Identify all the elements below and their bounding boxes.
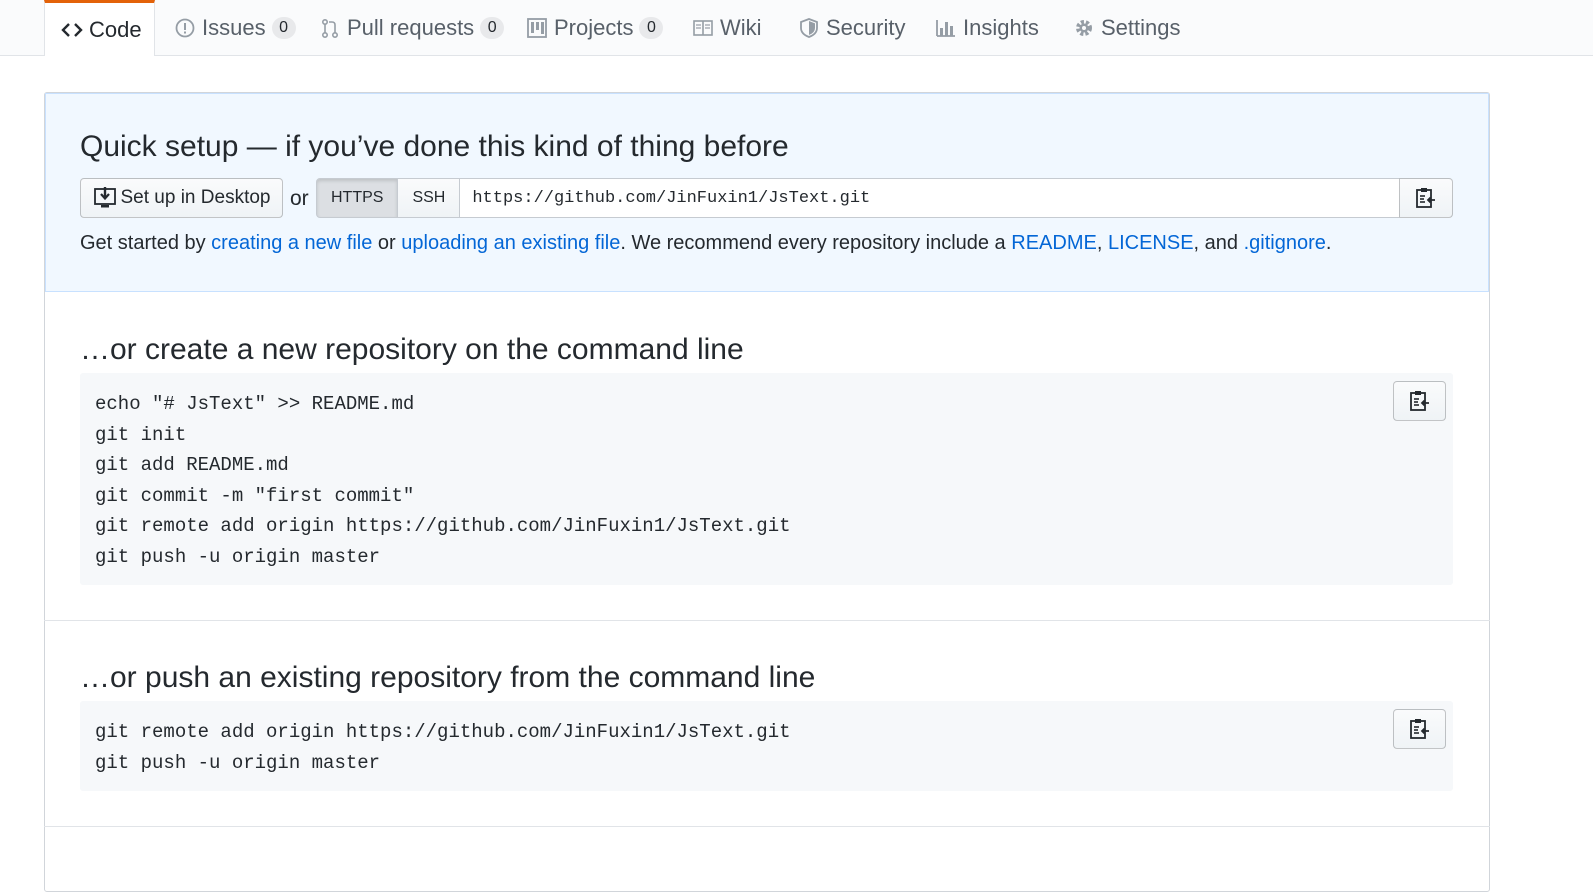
tab-label: Issues — [202, 15, 266, 40]
shield-icon — [798, 17, 820, 39]
projects-counter: 0 — [639, 17, 664, 39]
push-existing-commands[interactable]: git remote add origin https://github.com… — [95, 717, 791, 778]
section-divider — [44, 826, 1490, 827]
create-new-file-link[interactable]: creating a new file — [211, 232, 372, 254]
upload-existing-file-link[interactable]: uploading an existing file — [401, 232, 620, 254]
repo-nav: Code Issues 0 Pull requests 0 Projects 0… — [0, 0, 1593, 56]
setup-desktop-label: Set up in Desktop — [120, 187, 271, 208]
tab-insights[interactable]: Insights — [935, 0, 1039, 56]
graph-icon — [935, 17, 957, 39]
desc-text: or — [372, 232, 402, 254]
clone-url-group: HTTPS SSH — [316, 178, 1409, 218]
pull-requests-counter: 0 — [480, 17, 505, 39]
code-icon — [61, 19, 83, 41]
copy-url-button[interactable] — [1399, 178, 1453, 218]
tab-label: Security — [826, 15, 906, 40]
gear-icon — [1073, 17, 1095, 39]
license-link[interactable]: LICENSE — [1108, 232, 1194, 254]
issues-counter: 0 — [271, 17, 296, 39]
code-line: git push -u origin master — [95, 751, 381, 774]
or-text: or — [290, 187, 309, 210]
code-line: git push -u origin master — [95, 545, 381, 568]
copy-new-repo-button[interactable] — [1393, 381, 1446, 421]
new-repo-commands[interactable]: echo "# JsText" >> README.md git init git … — [95, 389, 791, 572]
code-line: git remote add origin https://github.com… — [95, 721, 791, 743]
desktop-download-icon — [93, 186, 117, 210]
desc-text: Get started by — [80, 232, 212, 254]
desc-text: . — [1325, 232, 1332, 254]
readme-link[interactable]: README — [1011, 232, 1097, 254]
quick-setup-description: Get started by creating a new file or up… — [80, 232, 1331, 255]
setup-desktop-button[interactable]: Set up in Desktop — [80, 178, 283, 218]
tab-settings[interactable]: Settings — [1073, 0, 1181, 56]
clone-url-input[interactable] — [460, 178, 1409, 218]
clipboard-icon — [1408, 717, 1432, 741]
tab-label: Pull requests — [347, 15, 475, 40]
desc-text: , — [1096, 232, 1108, 254]
clipboard-icon — [1408, 389, 1432, 413]
clipboard-icon — [1414, 186, 1438, 210]
tab-label: Wiki — [720, 15, 762, 40]
book-icon — [692, 17, 714, 39]
tab-code[interactable]: Code — [44, 0, 155, 56]
code-line: git add README.md — [95, 454, 289, 476]
tab-label: Settings — [1101, 15, 1181, 40]
tab-security[interactable]: Security — [798, 0, 905, 56]
new-repo-title: …or create a new repository on the comma… — [80, 333, 744, 366]
code-line: echo "# JsText" >> README.md — [95, 393, 415, 415]
desc-text: , and — [1193, 232, 1244, 254]
tab-issues[interactable]: Issues 0 — [174, 0, 296, 56]
tab-wiki[interactable]: Wiki — [692, 0, 762, 56]
https-button[interactable]: HTTPS — [316, 178, 399, 218]
git-pull-request-icon — [319, 17, 341, 39]
code-line: git remote add origin https://github.com… — [95, 515, 791, 537]
tab-label: Code — [89, 16, 142, 42]
push-existing-title: …or push an existing repository from the… — [80, 661, 816, 694]
issue-opened-icon — [174, 17, 196, 39]
gitignore-link[interactable]: .gitignore — [1244, 232, 1326, 254]
tab-projects[interactable]: Projects 0 — [526, 0, 664, 56]
project-icon — [526, 17, 548, 39]
tab-label: Projects — [554, 15, 634, 40]
code-line: git init — [95, 423, 187, 446]
desc-text: . We recommend every repository include … — [620, 232, 1012, 254]
new-repo-code-block: echo "# JsText" >> README.md git init git … — [80, 373, 1453, 585]
copy-push-existing-button[interactable] — [1393, 709, 1446, 749]
push-existing-code-block: git remote add origin https://github.com… — [80, 701, 1453, 791]
quick-setup-title: Quick setup — if you’ve done this kind o… — [80, 130, 789, 163]
section-divider — [44, 620, 1490, 621]
ssh-button[interactable]: SSH — [398, 178, 461, 218]
tab-label: Insights — [963, 15, 1039, 40]
code-line: git commit -m "first commit" — [95, 484, 415, 507]
tab-pull-requests[interactable]: Pull requests 0 — [319, 0, 505, 56]
